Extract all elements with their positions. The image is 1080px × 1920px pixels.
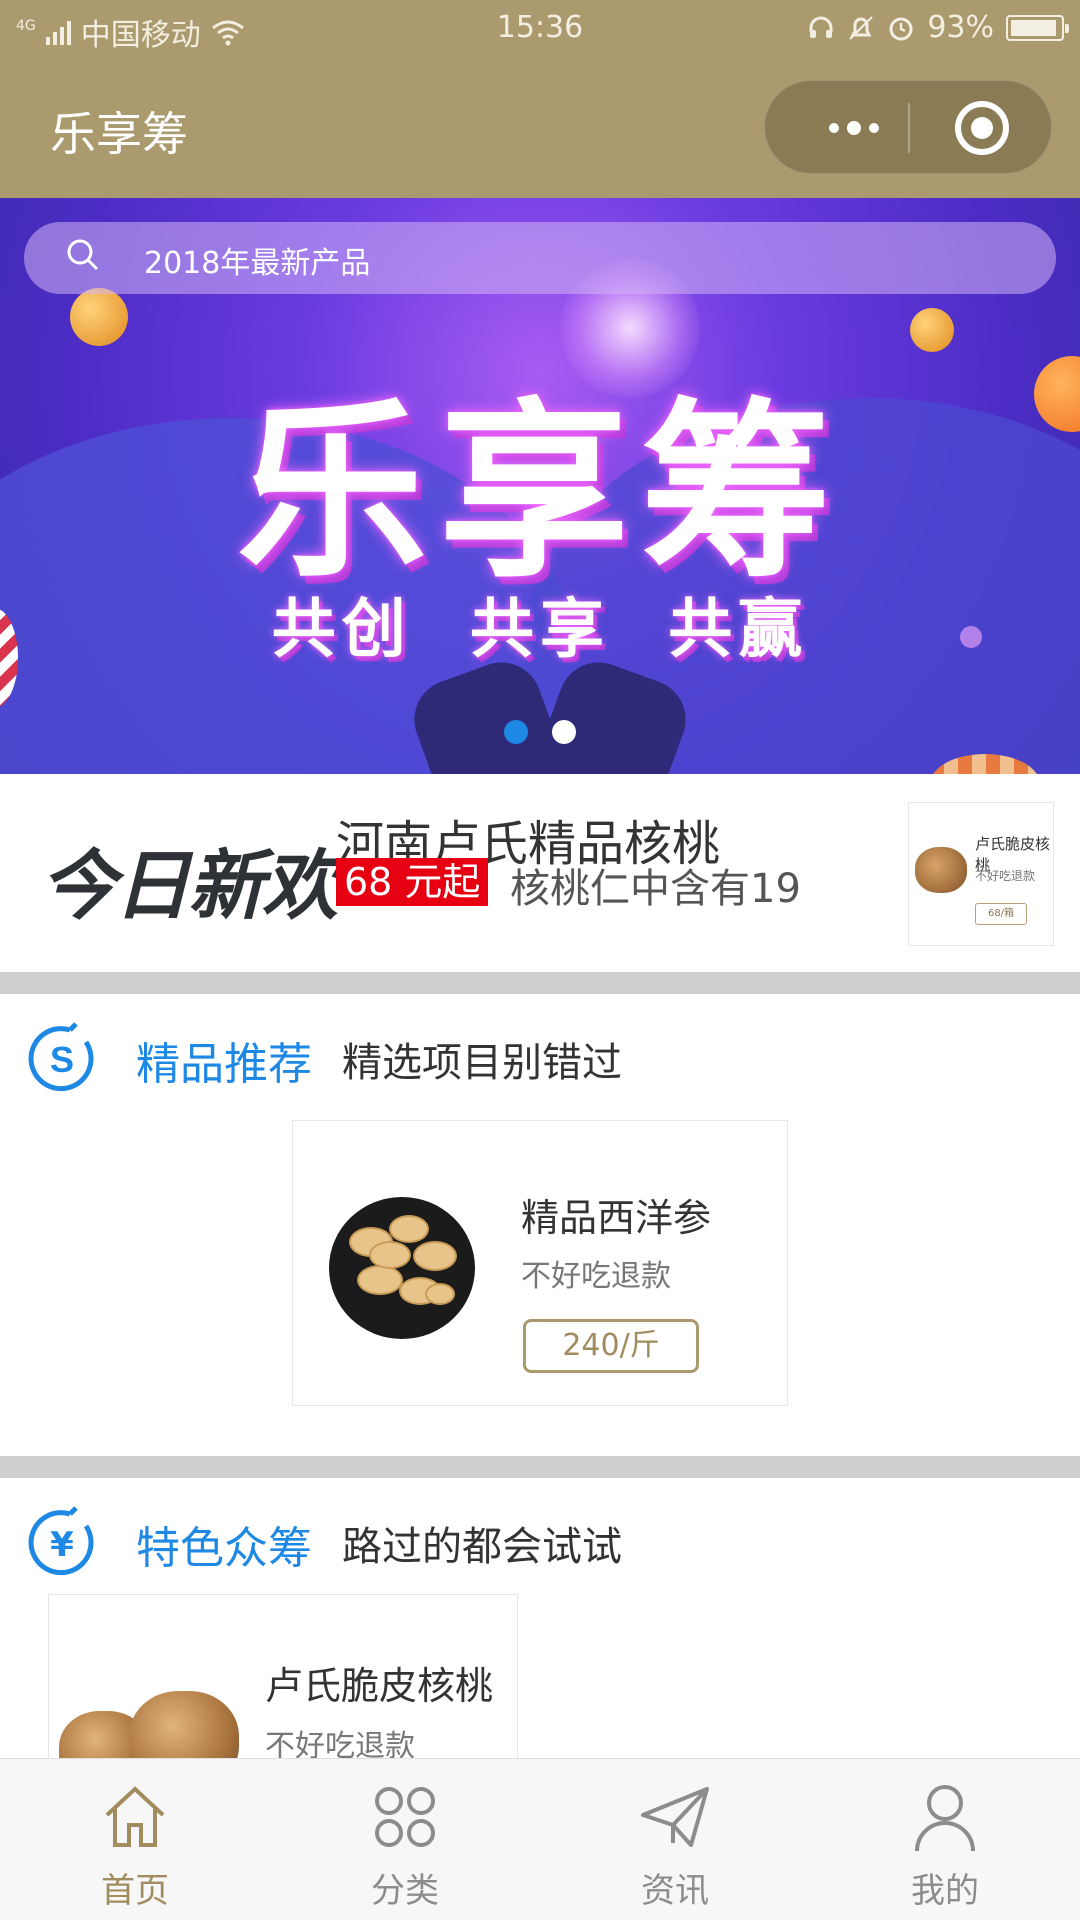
featured-header: S 精品推荐 精选项目别错过 bbox=[0, 994, 1080, 1114]
crowdfunding-subtitle: 路过的都会试试 bbox=[342, 1524, 622, 1570]
section-divider bbox=[0, 972, 1080, 994]
today-new-section[interactable]: 今日新欢 河南卢氏精品核桃 68 元起 核桃仁中含有19 卢氏脆皮核桃 不好吃退… bbox=[0, 774, 1080, 972]
headset-icon bbox=[809, 16, 833, 38]
walnut-image bbox=[915, 847, 967, 893]
bell-muted-icon bbox=[849, 15, 874, 40]
walnut-image bbox=[59, 1671, 259, 1758]
battery-fill bbox=[1011, 19, 1056, 36]
today-price-tag: 68 元起 bbox=[336, 858, 489, 906]
ginseng-image bbox=[329, 1197, 475, 1339]
user-icon bbox=[915, 1785, 975, 1852]
mini-program-capsule bbox=[764, 80, 1052, 174]
carousel-dot[interactable] bbox=[504, 720, 528, 744]
target-icon[interactable] bbox=[955, 101, 1009, 155]
today-product-thumbnail[interactable]: 卢氏脆皮核桃 不好吃退款 68/箱 bbox=[908, 802, 1054, 946]
featured-subtitle: 精选项目别错过 bbox=[342, 1040, 622, 1086]
featured-product-card[interactable]: 精品西洋参 不好吃退款 240/斤 bbox=[292, 1120, 788, 1406]
tab-label: 分类 bbox=[371, 1871, 439, 1911]
ginseng-slice bbox=[357, 1265, 403, 1295]
tab-label: 首页 bbox=[101, 1871, 169, 1911]
section-divider bbox=[0, 1456, 1080, 1478]
product-note: 不好吃退款 bbox=[521, 1259, 671, 1294]
nav-bar: 乐享筹 bbox=[0, 58, 1080, 198]
capsule-divider bbox=[908, 103, 910, 153]
battery-percent: 93% bbox=[927, 10, 994, 45]
crowdfunding-header: ¥ 特色众筹 路过的都会试试 bbox=[0, 1478, 1080, 1598]
banner-title: 乐享筹 bbox=[236, 382, 843, 603]
ginseng-slice bbox=[413, 1241, 457, 1271]
search-icon bbox=[67, 239, 99, 271]
ginseng-slice bbox=[369, 1241, 411, 1269]
alarm-icon bbox=[889, 17, 913, 40]
ginseng-slice bbox=[389, 1215, 429, 1243]
carousel-dot[interactable] bbox=[552, 720, 576, 744]
tab-bar: 首页 分类 资讯 我的 bbox=[0, 1758, 1080, 1920]
product-price-button[interactable]: 240/斤 bbox=[523, 1319, 699, 1373]
tab-mine[interactable]: 我的 bbox=[810, 1759, 1080, 1920]
category-icon bbox=[375, 1787, 435, 1847]
crowdfunding-product-card[interactable]: 卢氏脆皮核桃 不好吃退款 bbox=[48, 1594, 518, 1758]
product-name: 卢氏脆皮核桃 bbox=[265, 1664, 494, 1708]
thumb-note: 不好吃退款 bbox=[975, 869, 1036, 883]
tab-news[interactable]: 资讯 bbox=[540, 1759, 810, 1920]
battery-icon bbox=[1006, 14, 1069, 41]
banner-slogan: 共创 共享 共赢 bbox=[271, 593, 809, 667]
svg-text:S: S bbox=[50, 1039, 74, 1080]
search-bar[interactable]: 2018年最新产品 bbox=[24, 222, 1056, 294]
today-new-badge: 今日新欢 bbox=[40, 841, 338, 930]
product-note: 不好吃退款 bbox=[265, 1729, 415, 1758]
product-name: 精品西洋参 bbox=[521, 1196, 712, 1240]
s-circle-icon: S bbox=[28, 1022, 94, 1092]
tab-label: 资讯 bbox=[641, 1871, 709, 1911]
home-icon bbox=[105, 1786, 165, 1847]
crowdfunding-title: 特色众筹 bbox=[136, 1523, 312, 1574]
more-dots-icon[interactable] bbox=[805, 81, 903, 175]
yen-circle-icon: ¥ bbox=[28, 1506, 94, 1576]
svg-text:¥: ¥ bbox=[50, 1525, 74, 1565]
thumb-price: 68/箱 bbox=[975, 903, 1027, 925]
featured-title: 精品推荐 bbox=[136, 1039, 312, 1090]
tab-home[interactable]: 首页 bbox=[0, 1759, 270, 1920]
search-placeholder: 2018年最新产品 bbox=[144, 246, 371, 281]
tab-category[interactable]: 分类 bbox=[270, 1759, 540, 1920]
tab-label: 我的 bbox=[911, 1871, 979, 1911]
page-title: 乐享筹 bbox=[50, 107, 188, 161]
status-bar: 4G 中国移动 15:36 93% bbox=[0, 0, 1080, 58]
banner-carousel[interactable]: 乐享筹 共创 共享 共赢 2018年最新产品 bbox=[0, 198, 1080, 774]
today-product-desc: 核桃仁中含有19 bbox=[510, 866, 801, 912]
status-right: 93% bbox=[807, 10, 1069, 45]
paper-plane-icon bbox=[641, 1787, 709, 1847]
ginseng-slice bbox=[425, 1283, 455, 1305]
carousel-indicator bbox=[0, 720, 1080, 744]
